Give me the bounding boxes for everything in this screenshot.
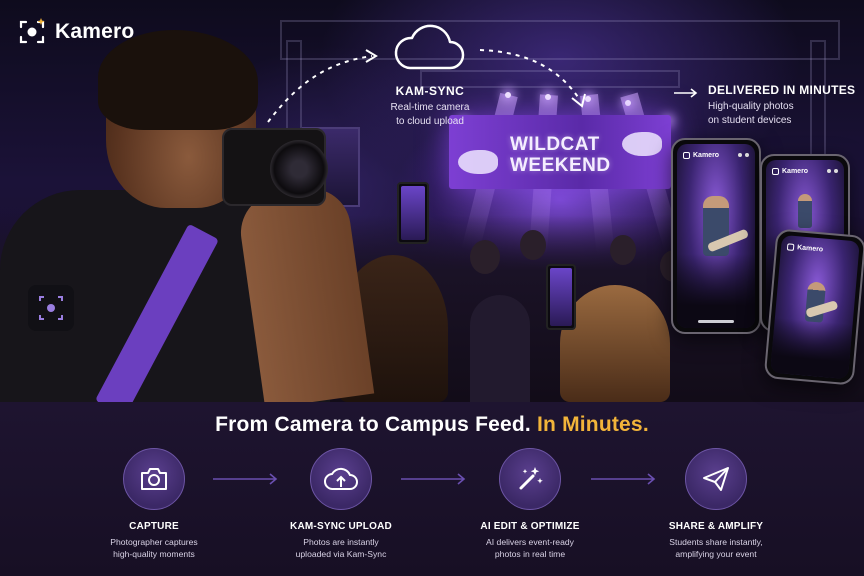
delivered-subtitle-line2: on student devices bbox=[708, 115, 792, 126]
kam-sync-title: KAM-SYNC bbox=[395, 84, 465, 98]
kam-sync-subtitle-line2: to cloud upload bbox=[396, 116, 464, 127]
magic-wand-icon bbox=[499, 448, 561, 510]
paper-plane-icon bbox=[685, 448, 747, 510]
home-indicator bbox=[698, 320, 734, 323]
step-description-line1: AI delivers event-ready bbox=[486, 537, 574, 547]
kamero-logo-icon bbox=[772, 167, 779, 175]
phone-mockup: Kamero bbox=[671, 138, 761, 334]
headline-main: From Camera to Campus Feed. bbox=[215, 413, 531, 436]
crowd-photo bbox=[770, 317, 853, 380]
phone-screen: Kamero bbox=[770, 234, 860, 380]
more-icon bbox=[738, 153, 749, 157]
headline-accent: In Minutes. bbox=[536, 413, 649, 436]
step-kam-sync-upload: KAM-SYNC UPLOAD Photos are instantly upl… bbox=[256, 448, 426, 560]
kamero-logo-icon bbox=[683, 151, 690, 159]
step-ai-edit: AI EDIT & OPTIMIZE AI delivers event-rea… bbox=[445, 448, 615, 560]
step-description-line1: Students share instantly, bbox=[669, 537, 763, 547]
cloud-icon bbox=[392, 22, 466, 79]
step-title: CAPTURE bbox=[129, 521, 179, 532]
camera-icon bbox=[123, 448, 185, 510]
step-share: SHARE & AMPLIFY Students share instantly… bbox=[631, 448, 801, 560]
delivered-title: DELIVERED IN MINUTES bbox=[708, 83, 856, 97]
phone-app-bar: Kamero bbox=[772, 164, 838, 178]
kamero-logo-icon bbox=[17, 17, 47, 47]
step-description-line2: high-quality moments bbox=[113, 549, 195, 559]
phone-app-label: Kamero bbox=[796, 243, 824, 253]
step-description: AI delivers event-ready photos in real t… bbox=[445, 536, 615, 560]
step-description-line2: uploaded via Kam-Sync bbox=[295, 549, 387, 559]
kam-sync-subtitle: Real-time camera to cloud upload bbox=[360, 101, 500, 129]
phone-mockup: Kamero bbox=[763, 228, 864, 386]
delivered-subtitle-line1: High-quality photos bbox=[708, 101, 794, 112]
step-description: Photos are instantly uploaded via Kam-Sy… bbox=[256, 536, 426, 560]
step-description-line1: Photos are instantly bbox=[303, 537, 379, 547]
kamero-logo-icon bbox=[786, 242, 795, 251]
brand-logo[interactable]: Kamero bbox=[17, 17, 134, 47]
brand-name: Kamero bbox=[55, 20, 135, 43]
phone-screen: Kamero bbox=[677, 144, 755, 328]
headline: From Camera to Campus Feed. In Minutes. bbox=[0, 413, 864, 437]
cloud-upload-icon bbox=[310, 448, 372, 510]
phone-app-bar: Kamero bbox=[786, 239, 854, 259]
crowd-photo bbox=[677, 254, 755, 328]
step-description: Students share instantly, amplifying you… bbox=[631, 536, 801, 560]
step-title: KAM-SYNC UPLOAD bbox=[290, 521, 392, 532]
step-title: SHARE & AMPLIFY bbox=[668, 521, 764, 532]
phone-app-label: Kamero bbox=[782, 167, 809, 175]
step-description: Photographer captures high-quality momen… bbox=[69, 536, 239, 560]
arrow-right-icon bbox=[674, 88, 698, 98]
step-description-line1: Photographer captures bbox=[110, 537, 198, 547]
step-description-line2: amplifying your event bbox=[675, 549, 757, 559]
phone-app-label: Kamero bbox=[693, 151, 720, 159]
step-capture: CAPTURE Photographer captures high-quali… bbox=[69, 448, 239, 560]
step-title: AI EDIT & OPTIMIZE bbox=[480, 521, 580, 532]
more-icon bbox=[827, 169, 838, 173]
phone-app-bar: Kamero bbox=[683, 148, 749, 162]
kam-sync-subtitle-line1: Real-time camera bbox=[390, 102, 470, 113]
delivered-subtitle: High-quality photos on student devices bbox=[708, 100, 794, 128]
step-description-line2: photos in real time bbox=[494, 549, 566, 559]
performer-photo bbox=[798, 194, 812, 228]
